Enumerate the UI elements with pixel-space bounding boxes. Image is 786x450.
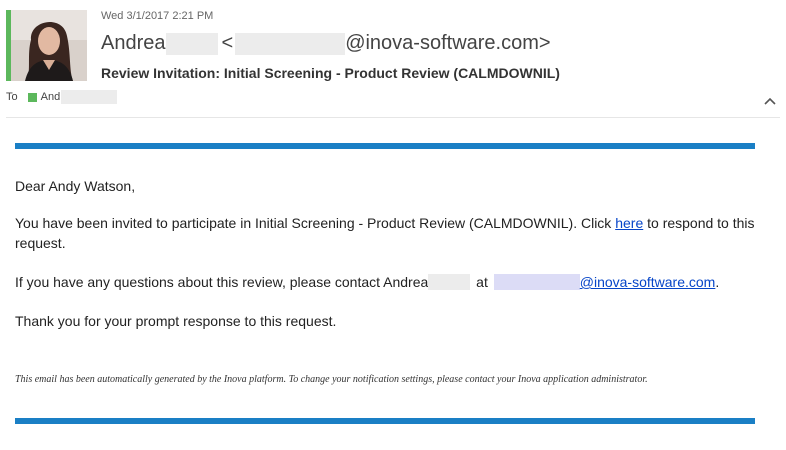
bottom-accent-rule xyxy=(15,418,755,424)
questions-end: . xyxy=(715,274,720,290)
recipient-presence-icon xyxy=(27,92,37,102)
recipients-row: To And xyxy=(6,90,118,104)
header-divider xyxy=(6,117,780,118)
contact-email-link[interactable]: @inova-software.com xyxy=(580,274,716,290)
invite-text: You have been invited to participate in … xyxy=(15,215,616,231)
questions-at: at xyxy=(472,274,492,290)
redacted-recipient-surname xyxy=(61,90,118,104)
sender-name[interactable]: Andrea xyxy=(101,32,166,55)
respond-link[interactable]: here xyxy=(615,215,643,231)
redacted-sender-surname xyxy=(165,32,218,55)
questions-paragraph: If you have any questions about this rev… xyxy=(15,272,755,292)
redacted-contact-surname xyxy=(428,274,471,290)
sender-email-open: < xyxy=(221,32,234,54)
thanks-paragraph: Thank you for your prompt response to th… xyxy=(15,313,337,329)
questions-text: If you have any questions about this rev… xyxy=(15,274,429,290)
chevron-up-icon[interactable] xyxy=(762,94,778,106)
sent-date: Wed 3/1/2017 2:21 PM xyxy=(101,10,214,22)
sender-avatar[interactable] xyxy=(11,10,87,81)
auto-generated-notice: This email has been automatically genera… xyxy=(15,374,648,385)
recipient-name[interactable]: And xyxy=(41,91,61,103)
redacted-sender-email-user xyxy=(235,32,346,55)
email-reading-pane: Wed 3/1/2017 2:21 PM Andrea < @inova-sof… xyxy=(0,0,786,450)
sender-photo xyxy=(11,10,87,81)
sender-email-domain: @inova-software.com> xyxy=(345,32,551,54)
greeting: Dear Andy Watson, xyxy=(15,178,136,194)
sender-line[interactable]: Andrea < @inova-software.com> xyxy=(101,32,551,55)
top-accent-rule xyxy=(15,143,755,149)
to-label: To xyxy=(6,91,18,103)
email-subject: Review Invitation: Initial Screening - P… xyxy=(101,65,560,81)
redacted-contact-email-user xyxy=(493,274,580,290)
invite-paragraph: You have been invited to participate in … xyxy=(15,213,755,253)
